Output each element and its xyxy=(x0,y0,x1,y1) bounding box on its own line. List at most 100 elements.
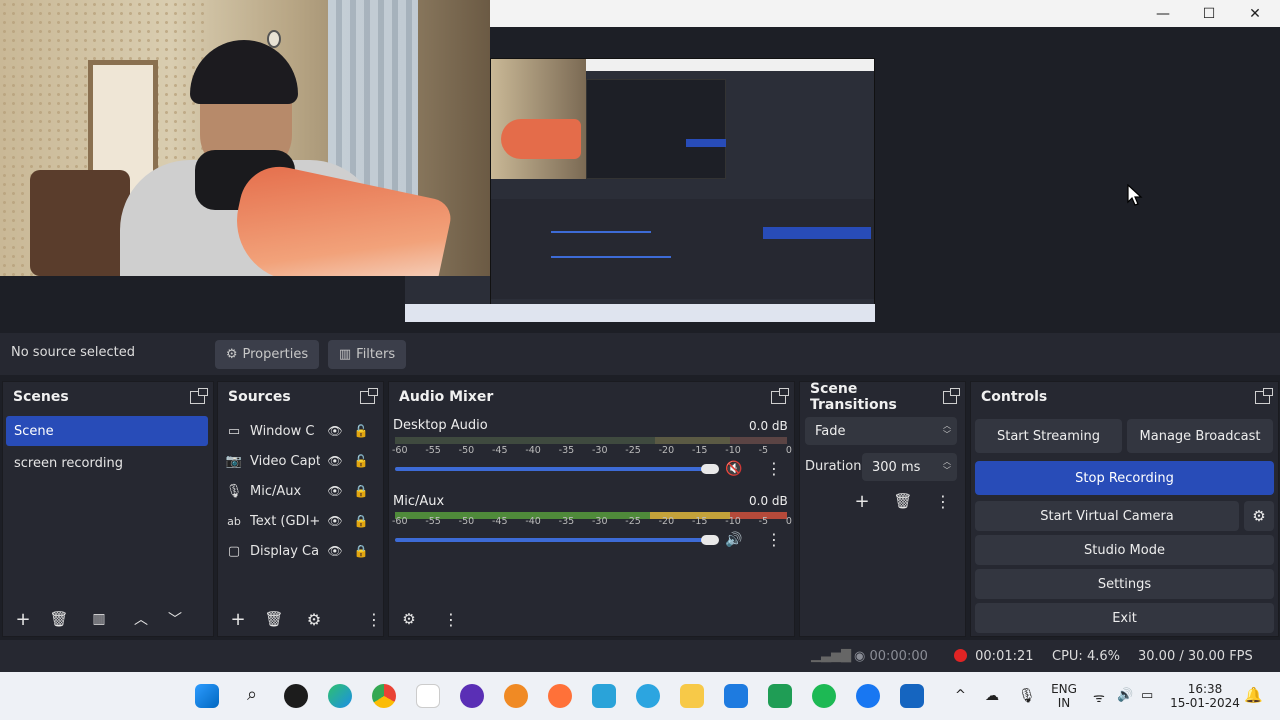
undock-icon[interactable] xyxy=(360,387,378,404)
start-streaming-button[interactable]: Start Streaming xyxy=(975,419,1122,453)
channel-db: 0.0 dB xyxy=(749,494,788,508)
more-options-icon[interactable]: ⋮ xyxy=(929,488,957,514)
eye-icon[interactable]: 👁 xyxy=(326,514,344,528)
broadcast-icon: ◉ xyxy=(854,649,866,664)
search-icon[interactable]: ⌕ xyxy=(240,684,264,708)
obs-icon[interactable] xyxy=(284,684,308,708)
undock-icon[interactable] xyxy=(942,387,961,404)
add-transition-button[interactable]: + xyxy=(848,488,876,514)
chrome-icon[interactable] xyxy=(372,684,396,708)
clock[interactable]: 16:38 15-01-2024 xyxy=(1170,682,1240,710)
battery-icon[interactable]: ▭ xyxy=(1141,688,1153,703)
stop-recording-button[interactable]: Stop Recording xyxy=(975,461,1274,495)
eye-icon[interactable]: 👁 xyxy=(326,454,344,468)
scene-item[interactable]: Scene xyxy=(6,416,208,446)
remove-source-button[interactable]: 🗑 xyxy=(260,606,288,632)
exit-button[interactable]: Exit xyxy=(975,603,1274,633)
edge-icon[interactable] xyxy=(328,684,352,708)
maximize-button[interactable]: ☐ xyxy=(1186,0,1232,27)
eye-icon[interactable]: 👁 xyxy=(326,544,344,558)
meter-ticks: -60 -55 -50 -45 -40 -35 -30 -25 -20 -15 -10 -5 0 xyxy=(392,445,792,456)
chevron-up-icon[interactable]: ^ xyxy=(955,688,966,703)
clock-date: 15-01-2024 xyxy=(1170,696,1240,710)
file-explorer-icon[interactable] xyxy=(680,684,704,708)
firefox-icon[interactable] xyxy=(548,684,572,708)
lock-icon[interactable]: 🔒 xyxy=(352,544,370,558)
speaker-icon[interactable]: 🔊 xyxy=(725,532,742,548)
preview-nested-taskbar xyxy=(405,304,875,322)
add-scene-button[interactable]: + xyxy=(9,606,37,632)
mic-icon[interactable]: 🎙 xyxy=(1018,688,1036,704)
source-row[interactable]: 🎙 Mic/Aux 👁 🔒 xyxy=(224,476,374,506)
source-row[interactable]: ▢ Display Ca 👁 🔒 xyxy=(224,536,374,566)
scene-filters-button[interactable]: ▥ xyxy=(85,606,113,632)
undock-icon[interactable] xyxy=(1255,387,1273,404)
source-row[interactable]: 📷 Video Capt 👁 🔓 xyxy=(224,446,374,476)
move-up-button[interactable]: ︿ xyxy=(127,606,155,632)
settings-button[interactable]: Settings xyxy=(975,569,1274,599)
virtual-camera-settings-button[interactable]: ⚙ xyxy=(1244,501,1274,531)
cloud-icon[interactable]: ☁ xyxy=(985,688,999,704)
windows-start-icon[interactable] xyxy=(195,684,219,708)
window-titlebar: — ☐ ✕ xyxy=(490,0,1280,27)
unlock-icon[interactable]: 🔓 xyxy=(352,454,370,468)
undock-icon[interactable] xyxy=(190,387,208,404)
app-icon[interactable] xyxy=(768,684,792,708)
volume-icon[interactable]: 🔊 xyxy=(1117,688,1133,703)
camera-icon: 📷 xyxy=(225,453,243,469)
more-options-icon[interactable]: ⋮ xyxy=(360,606,388,632)
language-indicator[interactable]: ENG IN xyxy=(1048,682,1080,710)
start-virtual-camera-button[interactable]: Start Virtual Camera xyxy=(975,501,1239,531)
text-icon: ab xyxy=(227,514,241,528)
more-options-icon[interactable]: ⋮ xyxy=(766,459,782,478)
source-row[interactable]: ab Text (GDI+ 👁 🔒 xyxy=(224,506,374,536)
filters-button[interactable]: ▥ Filters xyxy=(328,340,406,369)
properties-button[interactable]: ⚙ Properties xyxy=(215,340,319,369)
unlock-icon[interactable]: 🔓 xyxy=(352,424,370,438)
duration-spinbox[interactable]: 300 ms ︿ ﹀ xyxy=(862,453,957,481)
sources-title: Sources xyxy=(228,389,291,405)
app-icon[interactable] xyxy=(504,684,528,708)
region-code: IN xyxy=(1057,696,1071,710)
app-icon[interactable] xyxy=(460,684,484,708)
volume-slider[interactable] xyxy=(395,538,705,542)
advanced-audio-button[interactable]: ⚙ xyxy=(395,606,423,632)
gear-icon: ⚙ xyxy=(225,347,238,362)
volume-slider[interactable] xyxy=(395,467,705,471)
chevron-updown-icon: ︿ ﹀ xyxy=(943,457,951,475)
add-source-button[interactable]: + xyxy=(224,606,252,632)
studio-mode-button[interactable]: Studio Mode xyxy=(975,535,1274,565)
lock-icon[interactable]: 🔒 xyxy=(352,484,370,498)
eye-icon[interactable]: 👁 xyxy=(326,424,344,438)
remove-scene-button[interactable]: 🗑 xyxy=(45,606,73,632)
spotify-icon[interactable] xyxy=(812,684,836,708)
app-icon[interactable] xyxy=(724,684,748,708)
minimize-button[interactable]: — xyxy=(1140,0,1186,27)
store-icon[interactable] xyxy=(416,684,440,708)
volume-slider-handle[interactable] xyxy=(701,535,719,545)
manage-broadcast-button[interactable]: Manage Broadcast xyxy=(1127,419,1273,453)
mouse-cursor-icon xyxy=(1127,184,1143,206)
muted-speaker-icon[interactable]: 🔇 xyxy=(725,461,742,477)
eye-icon[interactable]: 👁 xyxy=(326,484,344,498)
scene-item[interactable]: screen recording xyxy=(6,448,208,478)
close-button[interactable]: ✕ xyxy=(1232,0,1278,27)
move-down-button[interactable]: ﹀ xyxy=(161,606,189,632)
notification-bell-icon[interactable]: 🔔 xyxy=(1244,686,1263,704)
source-settings-button[interactable]: ⚙ xyxy=(300,606,328,632)
remove-transition-button[interactable]: 🗑 xyxy=(889,488,917,514)
more-options-icon[interactable]: ⋮ xyxy=(766,530,782,549)
more-options-icon[interactable]: ⋮ xyxy=(437,606,465,632)
undock-icon[interactable] xyxy=(771,387,789,404)
wifi-icon[interactable]: ᯤ xyxy=(1093,688,1105,706)
facebook-icon[interactable] xyxy=(856,684,880,708)
telegram-icon[interactable] xyxy=(636,684,660,708)
app-icon[interactable] xyxy=(900,684,924,708)
app-icon[interactable] xyxy=(592,684,616,708)
source-name: Mic/Aux xyxy=(250,483,302,499)
transition-select[interactable]: Fade ︿ ﹀ xyxy=(805,417,957,445)
source-row[interactable]: ▭ Window C̈ 👁 🔓 xyxy=(224,416,374,446)
lock-icon[interactable]: 🔒 xyxy=(352,514,370,528)
duration-value: 300 ms xyxy=(872,459,921,475)
volume-slider-handle[interactable] xyxy=(701,464,719,474)
